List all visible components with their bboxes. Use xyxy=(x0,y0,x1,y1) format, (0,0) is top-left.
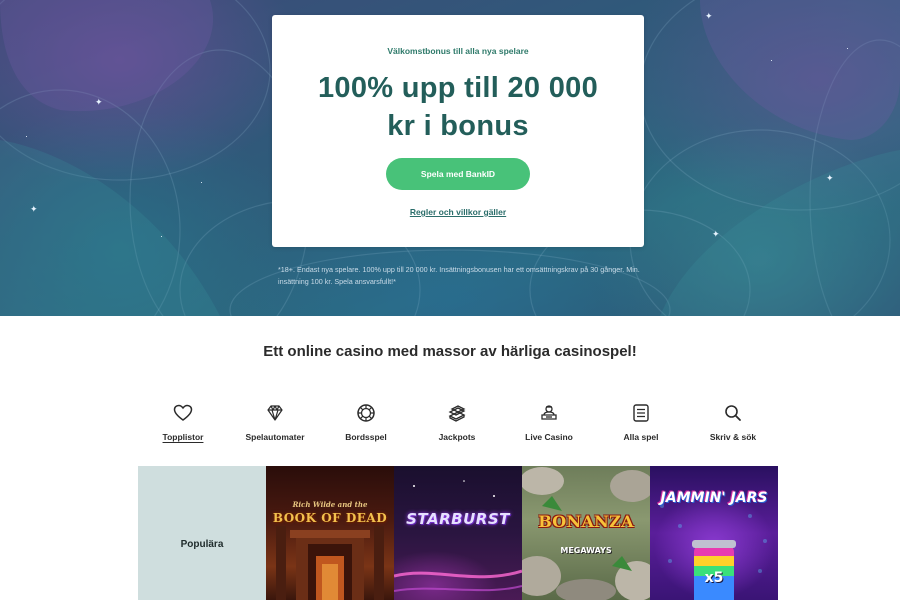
bonus-title: 100% upp till 20 000 kr i bonus xyxy=(272,69,644,145)
play-with-bankid-button[interactable]: Spela med BankID xyxy=(386,158,530,190)
popular-label: Populära xyxy=(180,539,224,550)
category-jackpots[interactable]: Jackpots xyxy=(412,403,502,445)
game-subtitle: MEGAWAYS xyxy=(560,546,612,555)
game-tile-starburst[interactable]: STARBURST xyxy=(394,466,522,600)
diamond-icon xyxy=(267,405,283,421)
multiplier-badge: x5 xyxy=(704,570,724,586)
hero-banner: ✦ · ✦ · · ✦ ✦ ✦ · · Välkomstbonus till a… xyxy=(0,0,900,316)
bonus-title-line-1: 100% upp till 20 000 xyxy=(317,72,598,104)
terms-link[interactable]: Regler och villkor gäller xyxy=(272,207,644,217)
game-title: JAMMIN' JARS xyxy=(660,490,768,506)
category-label: Bordsspel xyxy=(345,432,387,442)
category-spelautomater[interactable]: Spelautomater xyxy=(230,403,320,445)
starburst-artwork xyxy=(394,480,522,592)
star-decoration: ✦ xyxy=(705,11,713,21)
category-search[interactable]: Skriv & sök xyxy=(688,403,778,445)
section-headline: Ett online casino med massor av härliga … xyxy=(263,343,637,360)
star-decoration: · xyxy=(846,43,849,53)
game-tile-bonanza[interactable]: BONANZA MEGAWAYS xyxy=(522,466,650,600)
category-label: Spelautomater xyxy=(245,432,305,442)
category-nav: Topplistor Spelautomater Bordsspel Jackp… xyxy=(130,403,770,443)
search-icon xyxy=(725,405,741,421)
category-live-casino[interactable]: Live Casino xyxy=(504,403,594,445)
popular-games-row: Populära Rich Wilde and the BOOK OF DEAD… xyxy=(138,466,779,600)
heart-icon xyxy=(173,404,193,421)
star-decoration: ✦ xyxy=(95,97,103,107)
chip-icon xyxy=(357,404,375,422)
bonus-card: Välkomstbonus till alla nya spelare 100%… xyxy=(272,15,644,247)
star-decoration: ✦ xyxy=(30,204,38,214)
game-title: BONANZA xyxy=(538,512,634,531)
star-decoration: · xyxy=(160,231,163,241)
bonus-eyebrow: Välkomstbonus till alla nya spelare xyxy=(387,46,529,56)
bonanza-artwork xyxy=(522,467,650,600)
coin-stack-icon xyxy=(448,405,466,422)
bonus-title-line-2: kr i bonus xyxy=(387,110,529,142)
category-alla-spel[interactable]: Alla spel xyxy=(596,403,686,445)
category-label: Alla spel xyxy=(623,432,659,442)
category-label: Jackpots xyxy=(438,432,476,442)
star-decoration: ✦ xyxy=(712,229,720,239)
category-topplistor[interactable]: Topplistor xyxy=(138,403,228,445)
temple-artwork xyxy=(276,526,384,600)
category-label: Skriv & sök xyxy=(709,432,757,442)
star-decoration: ✦ xyxy=(826,173,834,183)
list-icon xyxy=(633,404,649,422)
dealer-icon xyxy=(541,405,557,420)
star-decoration: · xyxy=(770,55,773,65)
game-subtitle: Rich Wilde and the xyxy=(292,500,368,509)
popular-section-tile: Populära xyxy=(138,466,266,600)
game-tile-book-of-dead[interactable]: Rich Wilde and the BOOK OF DEAD xyxy=(266,466,394,600)
bonus-disclaimer: *18+. Endast nya spelare. 100% upp till … xyxy=(278,265,640,286)
game-tile-jammin-jars[interactable]: JAMMIN' JARS x5 xyxy=(650,466,778,600)
game-title: BOOK OF DEAD xyxy=(272,511,388,525)
game-title: STARBURST xyxy=(406,510,510,528)
category-bordsspel[interactable]: Bordsspel xyxy=(321,403,411,445)
star-decoration: · xyxy=(200,177,203,187)
star-decoration: · xyxy=(25,131,28,141)
category-label: Topplistor xyxy=(162,432,204,442)
category-label: Live Casino xyxy=(525,432,573,442)
